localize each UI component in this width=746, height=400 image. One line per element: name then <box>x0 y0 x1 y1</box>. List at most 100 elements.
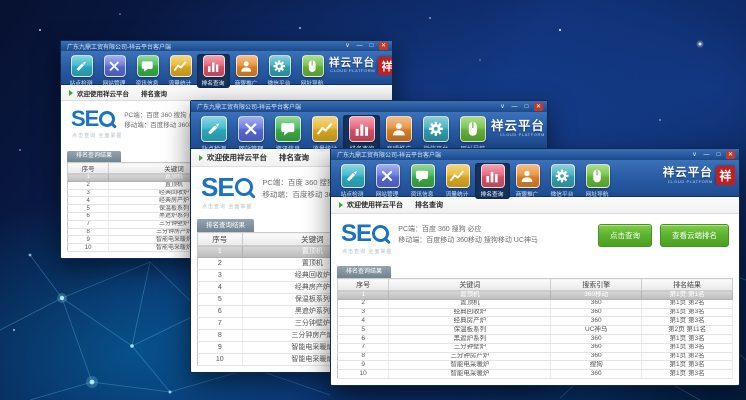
maximize-button[interactable]: □ <box>714 151 723 159</box>
toolbar-item-bar-chart[interactable]: 排名查询 <box>475 163 510 199</box>
toolbar-item-label: 流量统计 <box>169 78 192 87</box>
toolbar-item-message[interactable]: 资讯信息 <box>405 163 440 199</box>
cell-keyword: 三分钟壁炉 <box>389 343 551 352</box>
bar-chart-icon <box>349 116 375 142</box>
toolbar-item-user[interactable]: 商盟推广 <box>510 163 545 199</box>
toolbar-item-mouse[interactable]: 网址导航 <box>580 163 615 199</box>
toolbar-item-gear[interactable]: 微信平台 <box>263 54 296 88</box>
tools-icon <box>104 55 126 77</box>
cell-engine: UC神马 <box>551 326 642 335</box>
close-button[interactable]: ✕ <box>534 103 543 111</box>
minimize-button[interactable]: — <box>702 151 711 159</box>
toolbar-item-tools[interactable]: 网站管理 <box>370 163 405 199</box>
table-row[interactable]: 7三分钟壁炉360第1页 第3名 <box>338 343 733 352</box>
toolbar-item-pencil[interactable]: 站点检测 <box>195 115 232 154</box>
cell-rank: 第1页 第1名 <box>642 291 733 300</box>
tools-icon <box>376 164 400 188</box>
toolbar-item-label: 网站管理 <box>103 78 126 87</box>
toolbar-item-label: 商盟推广 <box>516 189 539 198</box>
table-row[interactable]: 9智能电采暖炉搜狗第1页 第3名 <box>338 361 733 370</box>
brand-name: 祥云平台 <box>491 120 545 133</box>
brand-name: 祥云平台 <box>663 167 713 179</box>
cell-engine: 360 <box>551 308 642 317</box>
maximize-button[interactable]: □ <box>522 103 531 111</box>
green-arrow-icon <box>339 202 343 208</box>
bar-chart-icon <box>481 164 505 188</box>
toolbar-item-mouse[interactable]: 网址导航 <box>296 54 329 88</box>
titlebar[interactable]: 广东九鼎工贸有限公司-祥云平台客户端 v — □ ✕ <box>191 101 547 112</box>
view-cloud-rank-button[interactable]: 查看云端排名 <box>660 224 729 247</box>
cell-index: 9 <box>338 361 389 370</box>
app-window[interactable]: 广东九鼎工贸有限公司-祥云平台客户端 v — □ ✕ 站点检测网站管理资讯信息流… <box>330 148 740 386</box>
toolbar-item-line-chart[interactable]: 流量统计 <box>440 163 475 199</box>
titlebar[interactable]: 广东九鼎工贸有限公司-祥云平台客户端 v — □ ✕ <box>61 41 392 51</box>
pencil-icon <box>201 116 227 142</box>
minimize-button[interactable]: — <box>355 42 364 50</box>
cell-index: 4 <box>68 197 109 205</box>
magnifier-icon <box>372 225 389 242</box>
toolbar-item-gear[interactable]: 微信平台 <box>545 163 580 199</box>
table-row[interactable]: 6黑遮炉系列360第1页 第3名 <box>338 334 733 343</box>
toolbar-item-label: 商盟推广 <box>235 78 258 87</box>
toolbar-item-pencil[interactable]: 站点检测 <box>335 163 370 199</box>
close-button[interactable]: ✕ <box>726 151 735 159</box>
maximize-button[interactable]: □ <box>367 42 376 50</box>
close-button[interactable]: ✕ <box>379 42 388 50</box>
seo-slogan: 点击查询 全面掌握 <box>342 248 392 255</box>
skin-button[interactable]: v <box>343 42 352 50</box>
cell-index: 5 <box>68 205 109 213</box>
table-row[interactable]: 2置顶机360第1页 第2名 <box>338 299 733 308</box>
table-row[interactable]: 3经典回收炉360第1页 第3名 <box>338 308 733 317</box>
toolbar-item-user[interactable]: 商盟推广 <box>230 54 263 88</box>
cell-index: 1 <box>338 291 389 300</box>
cell-index: 8 <box>198 330 243 342</box>
cell-keyword: 智能电采暖炉 <box>389 370 551 379</box>
cell-keyword: 置顶机 <box>389 291 551 300</box>
toolbar-item-bar-chart[interactable]: 排名查询 <box>197 54 230 88</box>
toolbar-item-message[interactable]: 资讯信息 <box>131 54 164 88</box>
cell-keyword: 保温板系列 <box>389 326 551 335</box>
mouse-icon <box>460 116 486 142</box>
table-row[interactable]: 5保温板系列UC神马第2页 第11名 <box>338 326 733 335</box>
query-button[interactable]: 点击查询 <box>598 224 652 247</box>
toolbar-item-tools[interactable]: 网站管理 <box>98 54 131 88</box>
cell-rank: 第1页 第3名 <box>642 317 733 326</box>
breadcrumb-welcome: 欢迎使用祥云平台 <box>347 200 403 210</box>
magnifier-icon <box>99 111 115 127</box>
cell-engine: 360 <box>551 317 642 326</box>
table-row[interactable]: 4经典房产炉360第1页 第3名 <box>338 317 733 326</box>
cell-rank: 第1页 第3名 <box>642 370 733 379</box>
magnifier-icon <box>235 178 254 197</box>
green-arrow-icon <box>69 90 73 96</box>
cell-index: 2 <box>68 181 109 189</box>
line-chart-icon <box>312 116 338 142</box>
toolbar-item-label: 站点检测 <box>70 78 93 87</box>
seo-logo-text: SE <box>341 220 371 248</box>
toolbar-item-pencil[interactable]: 站点检测 <box>65 54 98 88</box>
breadcrumb: 欢迎使用祥云平台 排名查询 <box>331 197 739 214</box>
mobile-engines-line: 移动端：百度移动 360移动 搜狗移动 UC神马 <box>398 236 538 247</box>
cell-engine: 搜狗 <box>551 361 642 370</box>
toolbar-item-line-chart[interactable]: 流量统计 <box>164 54 197 88</box>
table-row[interactable]: 10智能电采暖炉360第1页 第3名 <box>338 370 733 379</box>
tab-results[interactable]: 排名查询结果 <box>337 266 391 278</box>
cell-rank: 第1页 第2名 <box>642 352 733 361</box>
toolbar-item-label: 流量统计 <box>446 189 469 198</box>
toolbar-item-message[interactable]: 资讯信息 <box>269 115 306 154</box>
gear-icon <box>269 55 291 77</box>
brand-subtitle: CLOUD PLATFORM <box>491 133 545 137</box>
table-row[interactable]: 1置顶机360移动第1页 第1名 <box>338 291 733 300</box>
skin-button[interactable]: v <box>690 151 699 159</box>
skin-button[interactable]: v <box>498 103 507 111</box>
tab-results[interactable]: 排名查询结果 <box>197 219 254 232</box>
header-rank: 排名结果 <box>642 279 733 291</box>
toolbar-item-tools[interactable]: 网站管理 <box>232 115 269 154</box>
minimize-button[interactable]: — <box>510 103 519 111</box>
table-row[interactable]: 8三分钟房产炉360第1页 第2名 <box>338 352 733 361</box>
titlebar[interactable]: 广东九鼎工贸有限公司-祥云平台客户端 v — □ ✕ <box>331 149 739 160</box>
brand-subtitle: CLOUD PLATFORM <box>329 69 375 73</box>
toolbar-item-label: 资讯信息 <box>136 78 159 87</box>
tab-results[interactable]: 排名查询结果 <box>67 151 121 162</box>
cell-keyword: 智能电采暖炉 <box>389 361 551 370</box>
cell-rank: 第2页 第11名 <box>642 326 733 335</box>
